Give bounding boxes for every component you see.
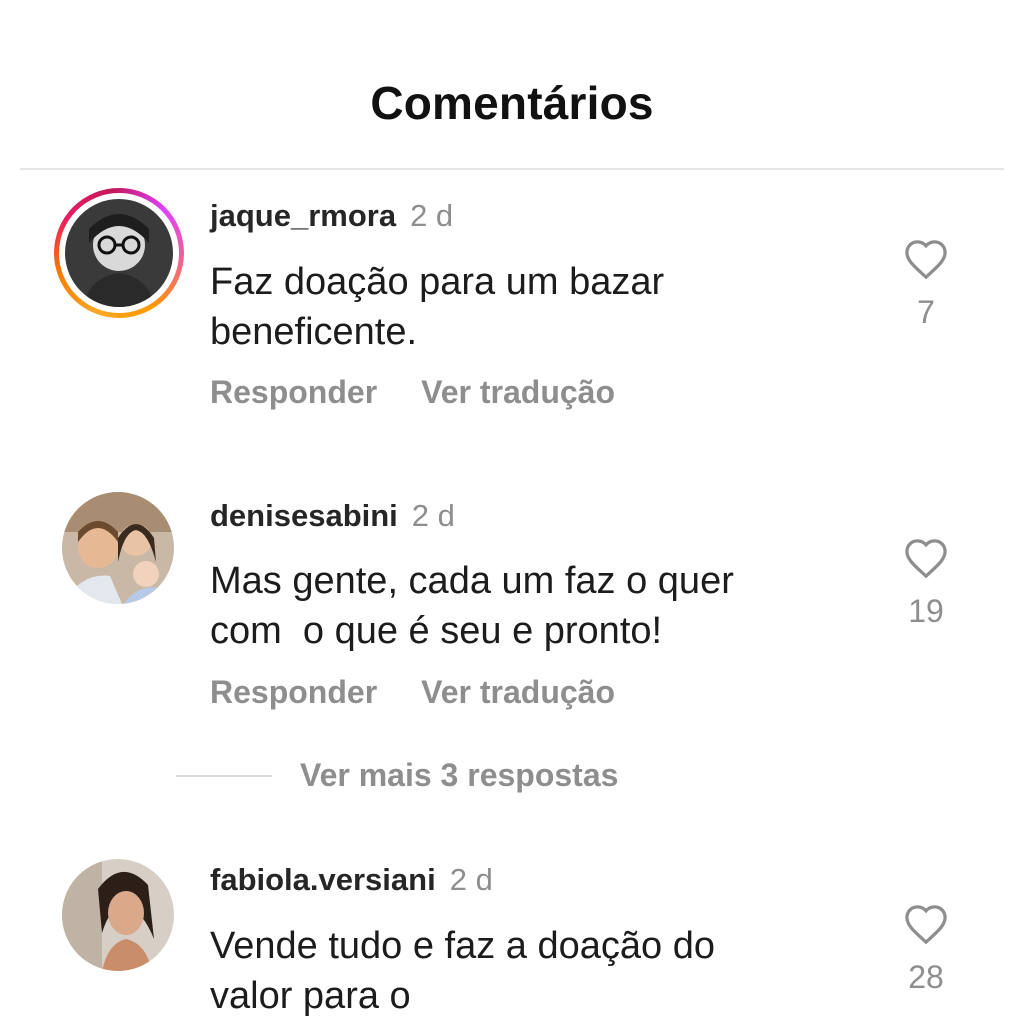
see-translation-button[interactable]: Ver tradução [421,674,615,710]
heart-outline-icon[interactable] [903,238,949,280]
comment-username[interactable]: fabiola.versiani 2 d [210,862,493,898]
comment-text: Mas gente, cada um faz o quer com o que … [210,556,850,656]
avatar [65,199,173,307]
heart-outline-icon[interactable] [903,903,949,945]
reply-button[interactable]: Responder [210,374,377,410]
header-divider [20,168,1004,170]
comment-username[interactable]: denisesabini 2 d [210,498,455,534]
avatar-wrapper[interactable] [58,488,178,608]
avatar [62,492,174,604]
comments-header: Comentários [0,0,1024,170]
reply-button[interactable]: Responder [210,674,377,710]
comment-text-line: Vende tudo e faz a doação do [210,925,715,967]
avatar-story-ring[interactable] [54,188,184,318]
page-title: Comentários [370,77,654,129]
like-control: 28 [896,903,956,996]
comment-username[interactable]: jaque_rmora 2 d [210,198,453,234]
username-text[interactable]: jaque_rmora [210,198,396,233]
see-translation-button[interactable]: Ver tradução [421,374,615,410]
comment-time: 2 d [411,498,455,533]
like-count: 28 [908,959,944,995]
comment-actions: Responder Ver tradução [210,374,659,411]
comment-text-line: beneficente. [210,311,418,353]
comment-actions: Responder Ver tradução [210,674,659,711]
username-text[interactable]: fabiola.versiani [210,862,436,897]
username-text[interactable]: denisesabini [210,498,398,533]
comment-time: 2 d [410,198,454,233]
view-more-replies-label[interactable]: Ver mais 3 respostas [300,757,618,794]
replies-divider-line [176,774,272,777]
avatar [62,859,174,971]
like-control: 7 [896,238,956,331]
comment-time: 2 d [449,862,493,897]
comment-text: Vende tudo e faz a doação do valor para … [210,921,850,1021]
like-count: 19 [908,593,944,629]
avatar-wrapper[interactable] [58,855,178,975]
comment-text: Faz doação para um bazar beneficente. [210,257,850,357]
heart-outline-icon[interactable] [903,537,949,579]
comment-text-line: com o que é seu e pronto! [210,610,663,652]
comments-screen: Comentários jaque_rmora 2 d Faz doação p… [0,0,1024,1024]
like-control: 19 [896,537,956,630]
like-count: 7 [917,294,935,330]
view-more-replies[interactable]: Ver mais 3 respostas [176,757,618,797]
comment-text-line: Mas gente, cada um faz o quer [210,560,734,602]
comment-text-line: valor para o [210,975,411,1017]
comment-text-line: Faz doação para um bazar [210,261,665,303]
